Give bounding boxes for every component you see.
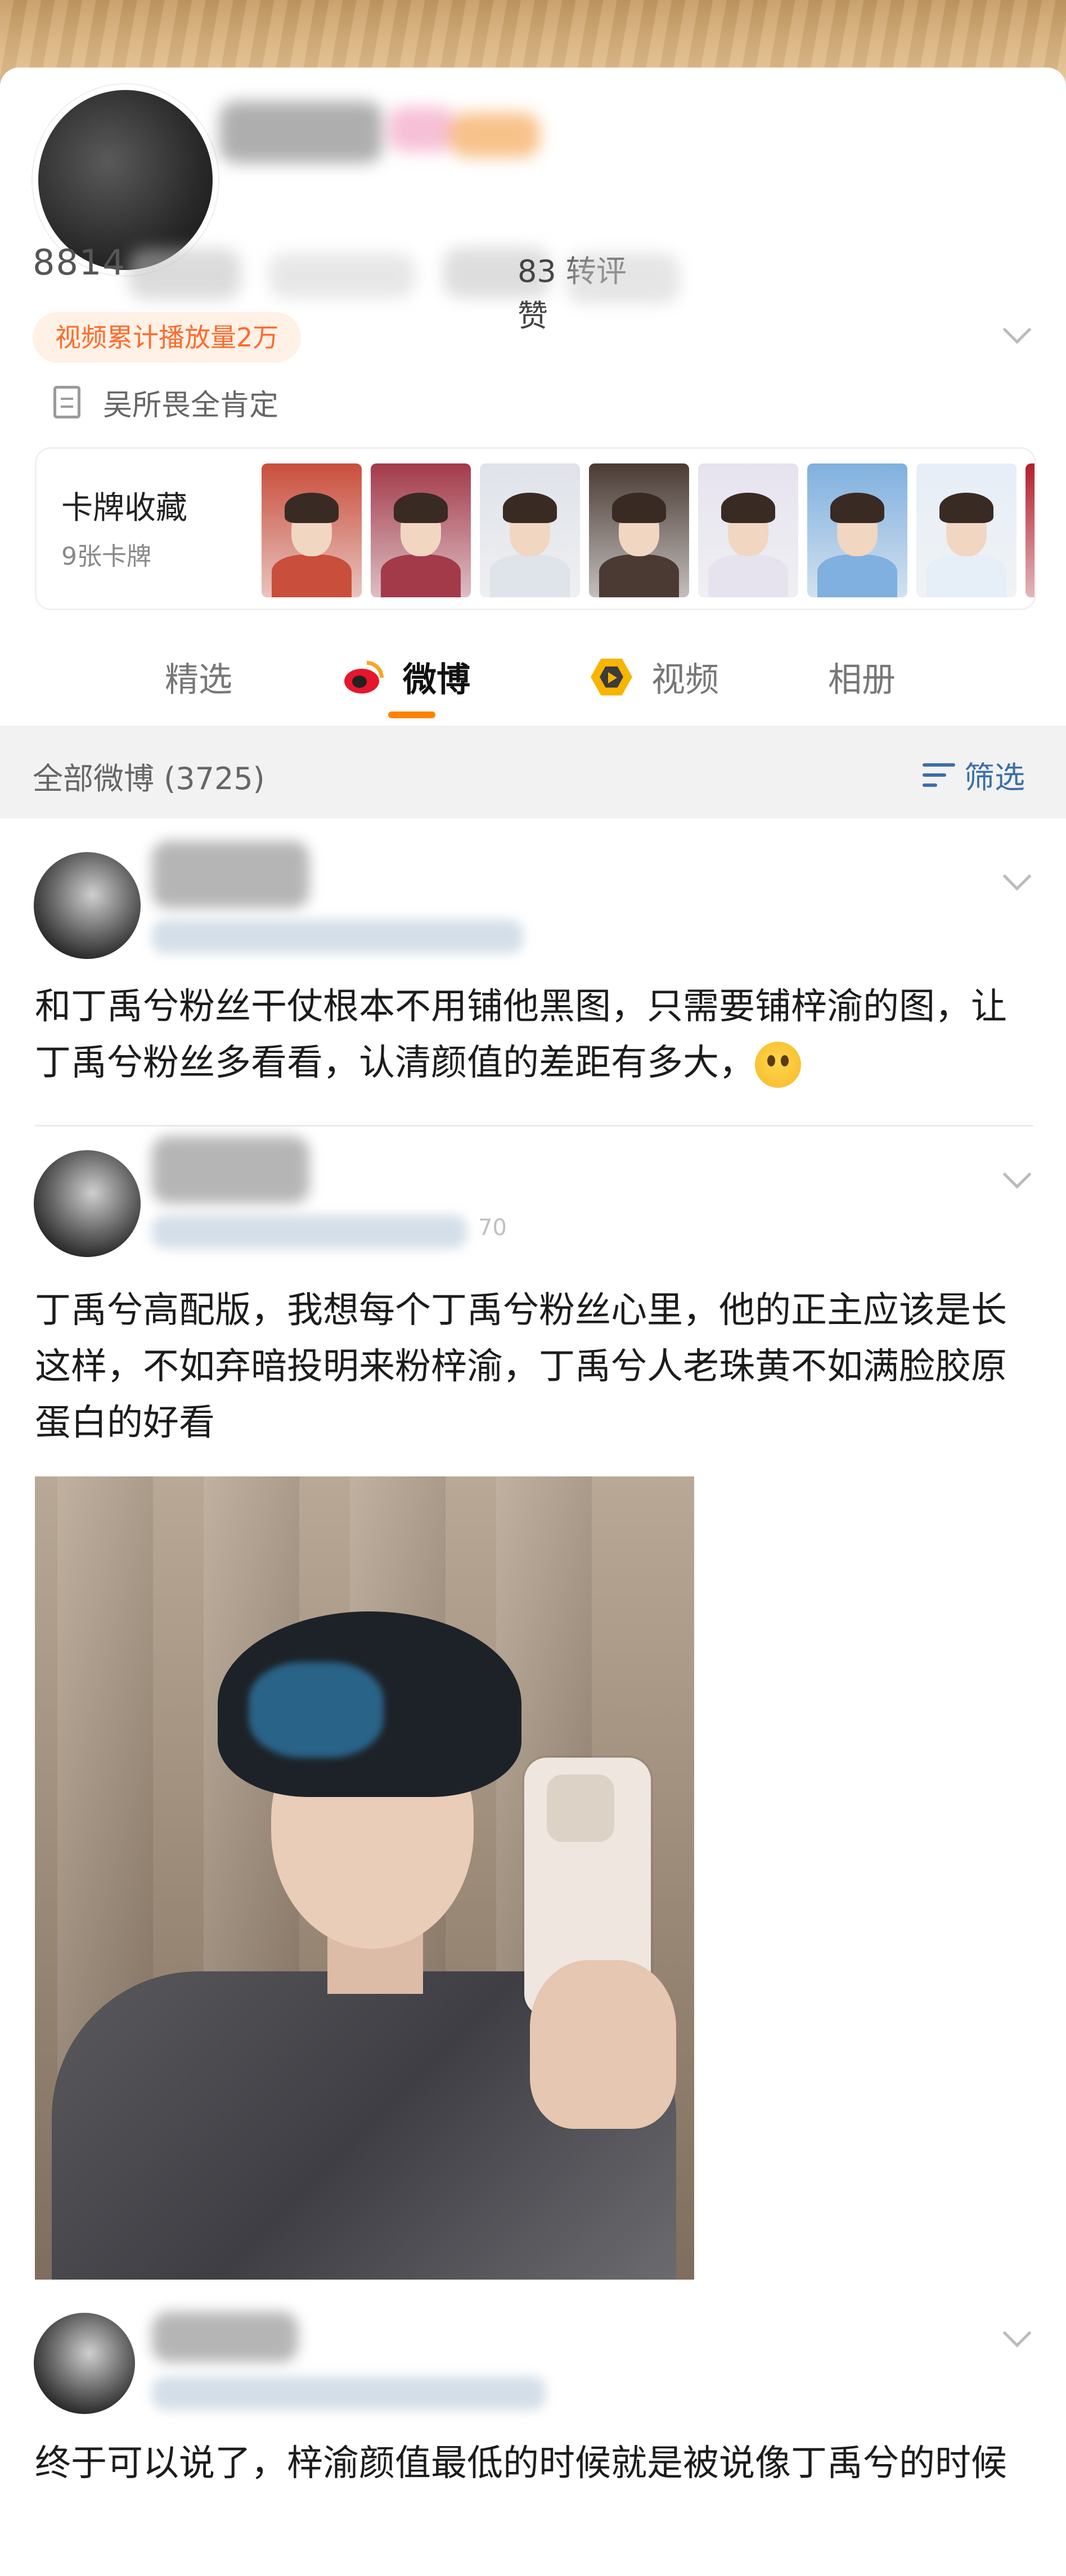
filter-button[interactable]: 筛选 <box>923 753 1025 797</box>
tab-video-label: 视频 <box>651 660 719 700</box>
verification-row: 吴所畏全肯定 <box>53 380 278 425</box>
post: 终于可以说了，梓渝颜值最低的时候就是被说像丁禹兮的时候 <box>0 2284 1066 2576</box>
stat-redacted <box>269 253 415 298</box>
tab-album[interactable]: 相册 <box>828 652 896 701</box>
post-username-redacted <box>152 2312 298 2362</box>
post: 和丁禹兮粉丝干仗根本不用铺他黑图，只需要铺梓渝的图，让丁禹兮粉丝多看看，认清颜值… <box>0 818 1066 1125</box>
tab-weibo[interactable]: 微博 <box>344 652 470 701</box>
card-collection[interactable]: 卡牌收藏 9张卡牌 <box>35 447 1036 610</box>
card-thumbnail[interactable] <box>807 463 907 597</box>
weibo-filter-bar: 全部微博 (3725) 筛选 <box>0 726 1066 818</box>
stat-label-prefix: 83 <box>518 254 556 289</box>
username-redacted-badge <box>450 112 540 157</box>
card-collection-count: 9张卡牌 <box>61 542 151 571</box>
username-redacted-badge <box>388 107 456 152</box>
post-username-redacted <box>152 841 309 908</box>
expand-profile-chevron-icon[interactable] <box>1002 315 1032 344</box>
post-text: 终于可以说了，梓渝颜值最低的时候就是被说像丁禹兮的时候 <box>35 2443 1007 2484</box>
profile-card: 8814 83 转评赞 视频累计播放量2万 吴所畏全肯定 卡牌收藏 9张卡牌 <box>0 67 1066 726</box>
post-avatar[interactable] <box>34 852 141 959</box>
stat-number: 8814 <box>33 242 126 283</box>
filter-label: 筛选 <box>964 760 1025 795</box>
card-thumbnail[interactable] <box>916 463 1016 597</box>
post-meta-redacted <box>152 1215 467 1249</box>
post-text: 丁禹兮高配版，我想每个丁禹兮粉丝心里，他的正主应该是长这样，不如弃暗投明来粉梓渝… <box>35 1290 1007 1444</box>
post-menu-chevron-icon[interactable] <box>1002 2318 1032 2348</box>
profile-tabs: 精选 微博 视频 相册 <box>0 636 1066 720</box>
post-avatar[interactable] <box>34 2313 135 2414</box>
filter-icon <box>923 761 955 789</box>
active-tab-indicator <box>388 711 435 718</box>
tab-featured[interactable]: 精选 <box>165 652 232 701</box>
photo-hair-highlight <box>249 1662 384 1758</box>
post-text-content: 和丁禹兮粉丝干仗根本不用铺他黑图，只需要铺梓渝的图，让丁禹兮粉丝多看看，认清颜值… <box>35 986 1007 1084</box>
tab-video[interactable]: 视频 <box>591 652 719 701</box>
tab-weibo-label: 微博 <box>403 660 470 700</box>
video-hexagon-icon <box>591 658 632 696</box>
post-meta-tail: 70 <box>478 1215 507 1241</box>
post-menu-chevron-icon[interactable] <box>1002 862 1032 891</box>
card-thumbnail[interactable] <box>480 463 580 597</box>
username-redacted <box>219 101 383 163</box>
tab-featured-label: 精选 <box>165 660 232 700</box>
verification-text: 吴所畏全肯定 <box>103 388 279 422</box>
pleading-face-emoji-icon <box>755 1042 801 1088</box>
card-collection-title: 卡牌收藏 <box>61 490 187 526</box>
stat-redacted <box>128 249 241 299</box>
post-avatar[interactable] <box>34 1150 141 1257</box>
weibo-logo-icon <box>344 660 384 693</box>
card-thumbnail[interactable] <box>1025 463 1034 597</box>
card-thumbnail[interactable] <box>262 463 362 597</box>
photo-hand <box>530 1960 676 2129</box>
post-meta-redacted <box>152 920 523 953</box>
tab-album-label: 相册 <box>828 660 896 700</box>
profile-stats: 8814 83 转评赞 <box>33 242 680 334</box>
stat-redacted <box>567 253 680 304</box>
post-username-redacted <box>152 1136 309 1204</box>
post-menu-chevron-icon[interactable] <box>1002 1160 1032 1189</box>
all-weibo-count: 全部微博 (3725) <box>33 761 265 796</box>
card-thumbnail[interactable] <box>698 463 798 597</box>
card-thumbnail[interactable] <box>589 463 689 597</box>
video-plays-badge[interactable]: 视频累计播放量2万 <box>33 312 302 363</box>
document-icon <box>53 386 80 418</box>
post-meta-redacted <box>152 2376 546 2410</box>
card-thumbnail[interactable] <box>371 463 471 597</box>
post-text: 和丁禹兮粉丝干仗根本不用铺他黑图，只需要铺梓渝的图，让丁禹兮粉丝多看看，认清颜值… <box>35 979 1025 1091</box>
post-image[interactable] <box>35 1476 694 2280</box>
